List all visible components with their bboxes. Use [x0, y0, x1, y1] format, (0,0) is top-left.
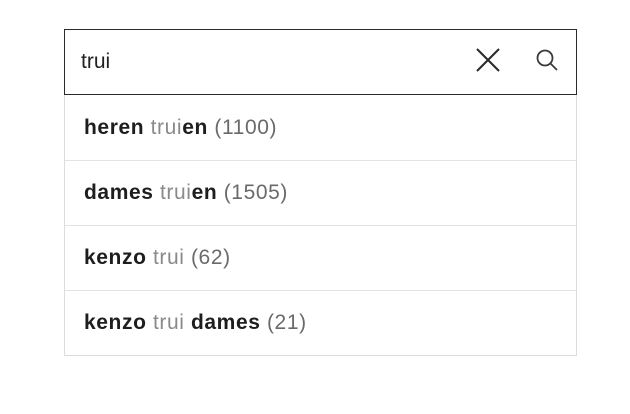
- search-icon: [535, 48, 559, 77]
- suggestion-match: trui: [152, 246, 185, 269]
- suggestion-match: trui: [150, 115, 183, 139]
- suggestion-term: dames: [84, 181, 154, 204]
- suggestion-term: heren: [84, 115, 145, 139]
- suggestion-count: (21): [266, 311, 307, 334]
- suggestion-match: trui: [159, 181, 192, 204]
- search-box: [64, 29, 577, 95]
- search-input[interactable]: [65, 30, 458, 94]
- suggestion-item[interactable]: dames trui en (1505): [65, 160, 576, 225]
- suggestion-item[interactable]: kenzo trui dames (21): [65, 290, 576, 355]
- suggestion-count: (1100): [214, 115, 278, 139]
- suggestion-term: en: [191, 181, 218, 204]
- clear-search-button[interactable]: [458, 30, 518, 94]
- suggestion-item[interactable]: kenzo trui (62): [65, 225, 576, 290]
- suggestion-count: (62): [190, 246, 231, 269]
- suggestion-item[interactable]: heren trui en (1100): [65, 95, 576, 160]
- suggestion-term: dames: [190, 311, 261, 334]
- suggestion-term: kenzo: [84, 311, 147, 334]
- suggestion-term: en: [182, 115, 208, 139]
- search-button[interactable]: [518, 30, 576, 94]
- search-autocomplete: heren truien (1100) dames truien (1505) …: [64, 29, 577, 356]
- suggestion-count: (1505): [223, 181, 289, 204]
- close-icon: [475, 47, 501, 78]
- suggestion-list: heren trui en (1100) dames trui en (1505) …: [64, 95, 577, 356]
- suggestion-match: trui: [152, 311, 185, 334]
- suggestion-term: kenzo: [84, 246, 147, 269]
